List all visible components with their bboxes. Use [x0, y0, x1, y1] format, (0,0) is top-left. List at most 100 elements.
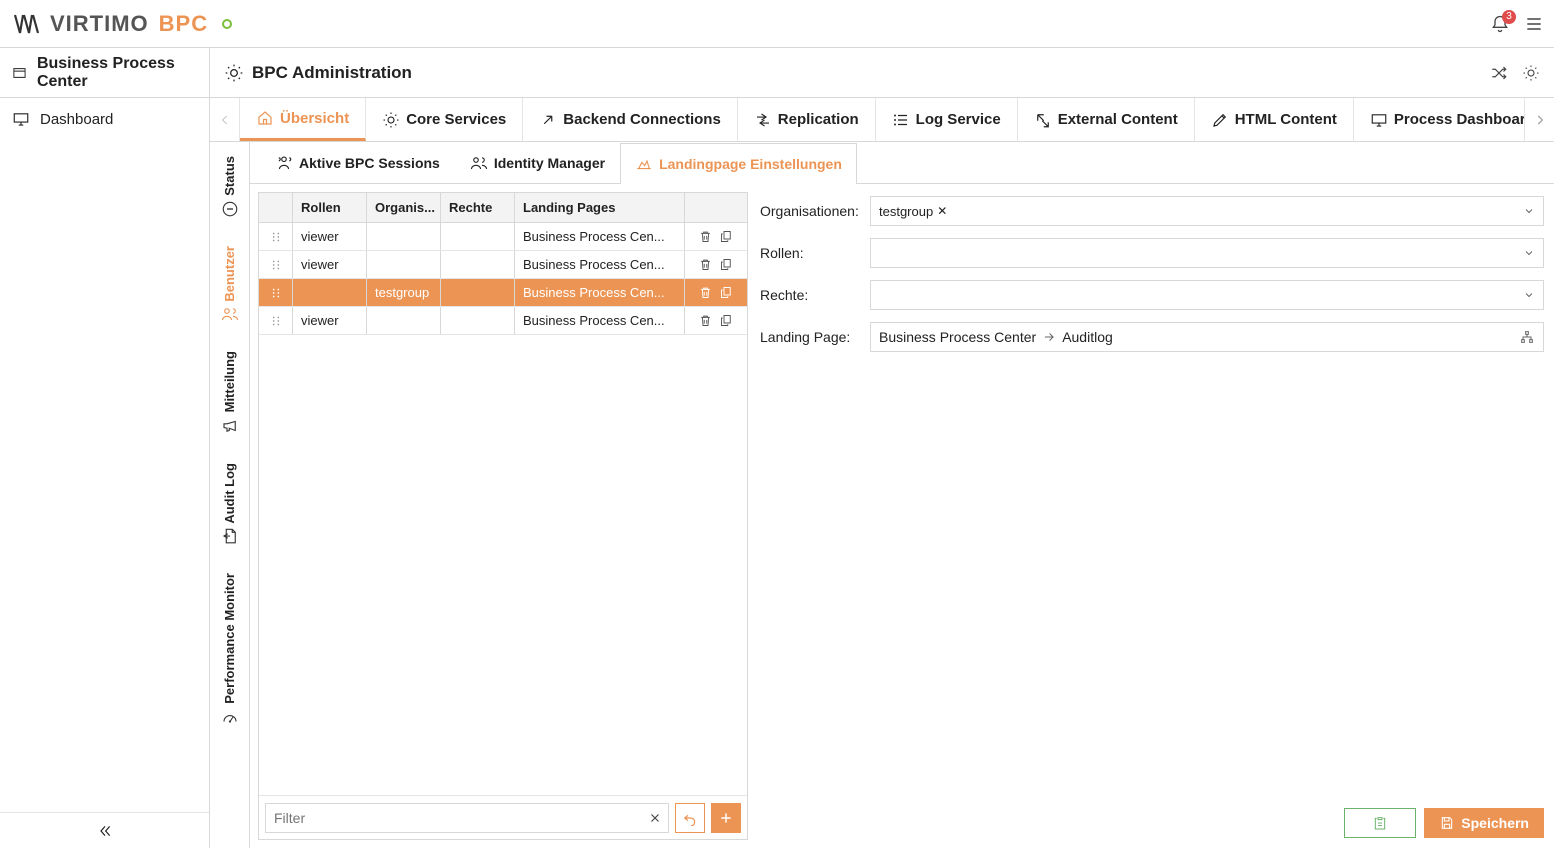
chevron-right-icon — [1533, 113, 1547, 127]
duplicate-row-icon[interactable] — [719, 285, 734, 300]
vrail-item-status[interactable]: Status — [221, 152, 239, 222]
cell-organisation — [367, 307, 441, 334]
field-landingpage[interactable]: Business Process Center Auditlog — [870, 322, 1544, 352]
chevron-left-icon — [218, 113, 232, 127]
duplicate-row-icon[interactable] — [719, 229, 734, 244]
table-header: Rollen Organis... Rechte Landing Pages — [259, 193, 747, 223]
col-landingpages[interactable]: Landing Pages — [515, 193, 685, 222]
subtab-sessions[interactable]: Aktive BPC Sessions — [260, 142, 455, 183]
table-row[interactable]: viewerBusiness Process Cen... — [259, 251, 747, 279]
cell-rollen: viewer — [293, 251, 367, 278]
monitor-icon — [1370, 111, 1388, 129]
cell-rollen: viewer — [293, 223, 367, 250]
filter-field[interactable] — [265, 803, 669, 833]
tab-replication[interactable]: Replication — [738, 98, 876, 141]
landingpage-form-panel: Organisationen: testgroup ✕ — [758, 192, 1546, 840]
brand-logo-icon — [14, 13, 40, 35]
list-icon — [892, 111, 910, 129]
plus-icon — [718, 810, 734, 826]
brand-name: VIRTIMO — [50, 11, 149, 37]
window-icon — [12, 64, 27, 82]
doc-out-icon — [221, 527, 239, 545]
cell-rechte — [441, 223, 515, 250]
tab-core[interactable]: Core Services — [366, 98, 523, 141]
clear-filter-icon[interactable] — [648, 811, 662, 825]
tabstrip-scroll-left[interactable] — [210, 98, 240, 141]
sidebar-collapse-button[interactable] — [0, 812, 209, 848]
cell-rechte — [441, 251, 515, 278]
col-rechte[interactable]: Rechte — [441, 193, 515, 222]
replication-icon — [754, 111, 772, 129]
landing-icon — [635, 155, 653, 173]
main-menu-button[interactable] — [1524, 14, 1544, 34]
duplicate-row-icon[interactable] — [719, 257, 734, 272]
field-organisationen[interactable]: testgroup ✕ — [870, 196, 1544, 226]
remove-tag-button[interactable]: ✕ — [937, 204, 947, 218]
users-settings-icon — [470, 154, 488, 172]
landingpage-path-segment-1: Business Process Center — [879, 329, 1036, 345]
delete-row-icon[interactable] — [698, 229, 713, 244]
delete-row-icon[interactable] — [698, 257, 713, 272]
col-organisation[interactable]: Organis... — [367, 193, 441, 222]
shuffle-button[interactable] — [1490, 64, 1508, 82]
subtab-landing[interactable]: Landingpage Einstellungen — [620, 143, 857, 184]
vrail-label: Performance Monitor — [222, 573, 237, 704]
label-rollen: Rollen: — [760, 245, 870, 261]
org-tag: testgroup ✕ — [879, 204, 947, 219]
left-sidebar: Business Process Center Dashboard — [0, 48, 210, 848]
tabstrip-scroll-right[interactable] — [1524, 98, 1554, 141]
table-row[interactable]: testgroupBusiness Process Cen... — [259, 279, 747, 307]
pen-icon — [1211, 111, 1229, 129]
tab-uebersicht[interactable]: Übersicht — [240, 98, 366, 141]
tab-log[interactable]: Log Service — [876, 98, 1018, 141]
save-button[interactable]: Speichern — [1424, 808, 1544, 838]
tab-html[interactable]: HTML Content — [1195, 98, 1354, 141]
col-actions — [685, 193, 747, 222]
chevron-down-icon[interactable] — [1523, 205, 1535, 217]
tab-external[interactable]: External Content — [1018, 98, 1195, 141]
vrail-item-benutzer[interactable]: Benutzer — [221, 242, 239, 328]
drag-handle-icon[interactable] — [269, 230, 283, 244]
label-landingpage: Landing Page: — [760, 329, 870, 345]
label-rechte: Rechte: — [760, 287, 870, 303]
field-rollen[interactable] — [870, 238, 1544, 268]
chevron-down-icon[interactable] — [1523, 247, 1535, 259]
cell-landingpage: Business Process Cen... — [515, 279, 685, 306]
delete-row-icon[interactable] — [698, 313, 713, 328]
vrail-item-mitteilung[interactable]: Mitteilung — [221, 347, 239, 438]
drag-handle-icon[interactable] — [269, 258, 283, 272]
drag-handle-icon[interactable] — [269, 286, 283, 300]
tab-label: Replication — [778, 111, 859, 128]
save-button-label: Speichern — [1461, 815, 1529, 831]
users-icon — [221, 305, 239, 323]
add-button[interactable] — [711, 803, 741, 833]
notification-count-badge: 3 — [1502, 10, 1516, 24]
tab-backend[interactable]: Backend Connections — [523, 98, 738, 141]
external-icon — [1034, 111, 1052, 129]
clipboard-button[interactable] — [1344, 808, 1416, 838]
sidebar-item-dashboard[interactable]: Dashboard — [0, 98, 209, 140]
table-row[interactable]: viewerBusiness Process Cen... — [259, 223, 747, 251]
vrail-item-audit[interactable]: Audit Log — [221, 459, 239, 550]
notifications-button[interactable]: 3 — [1490, 14, 1510, 34]
tab-processdash[interactable]: Process Dashboard — [1354, 98, 1524, 141]
duplicate-row-icon[interactable] — [719, 313, 734, 328]
settings-button[interactable] — [1522, 64, 1540, 82]
tab-label: External Content — [1058, 111, 1178, 128]
filter-input[interactable] — [272, 809, 648, 827]
vertical-rail: Status Benutzer Mitteilung Audit Log Perform… — [210, 142, 250, 848]
reset-button[interactable] — [675, 803, 705, 833]
subtab-identity[interactable]: Identity Manager — [455, 142, 620, 183]
vrail-label: Mitteilung — [222, 351, 237, 412]
megaphone-icon — [221, 417, 239, 435]
landingpage-path-segment-2: Auditlog — [1062, 329, 1113, 345]
col-rollen[interactable]: Rollen — [293, 193, 367, 222]
field-rechte[interactable] — [870, 280, 1544, 310]
subtab-label: Landingpage Einstellungen — [659, 156, 842, 172]
delete-row-icon[interactable] — [698, 285, 713, 300]
vrail-item-perf[interactable]: Performance Monitor — [221, 569, 239, 730]
chevron-down-icon[interactable] — [1523, 289, 1535, 301]
table-row[interactable]: viewerBusiness Process Cen... — [259, 307, 747, 335]
drag-handle-icon[interactable] — [269, 314, 283, 328]
tree-picker-icon[interactable] — [1519, 329, 1535, 345]
